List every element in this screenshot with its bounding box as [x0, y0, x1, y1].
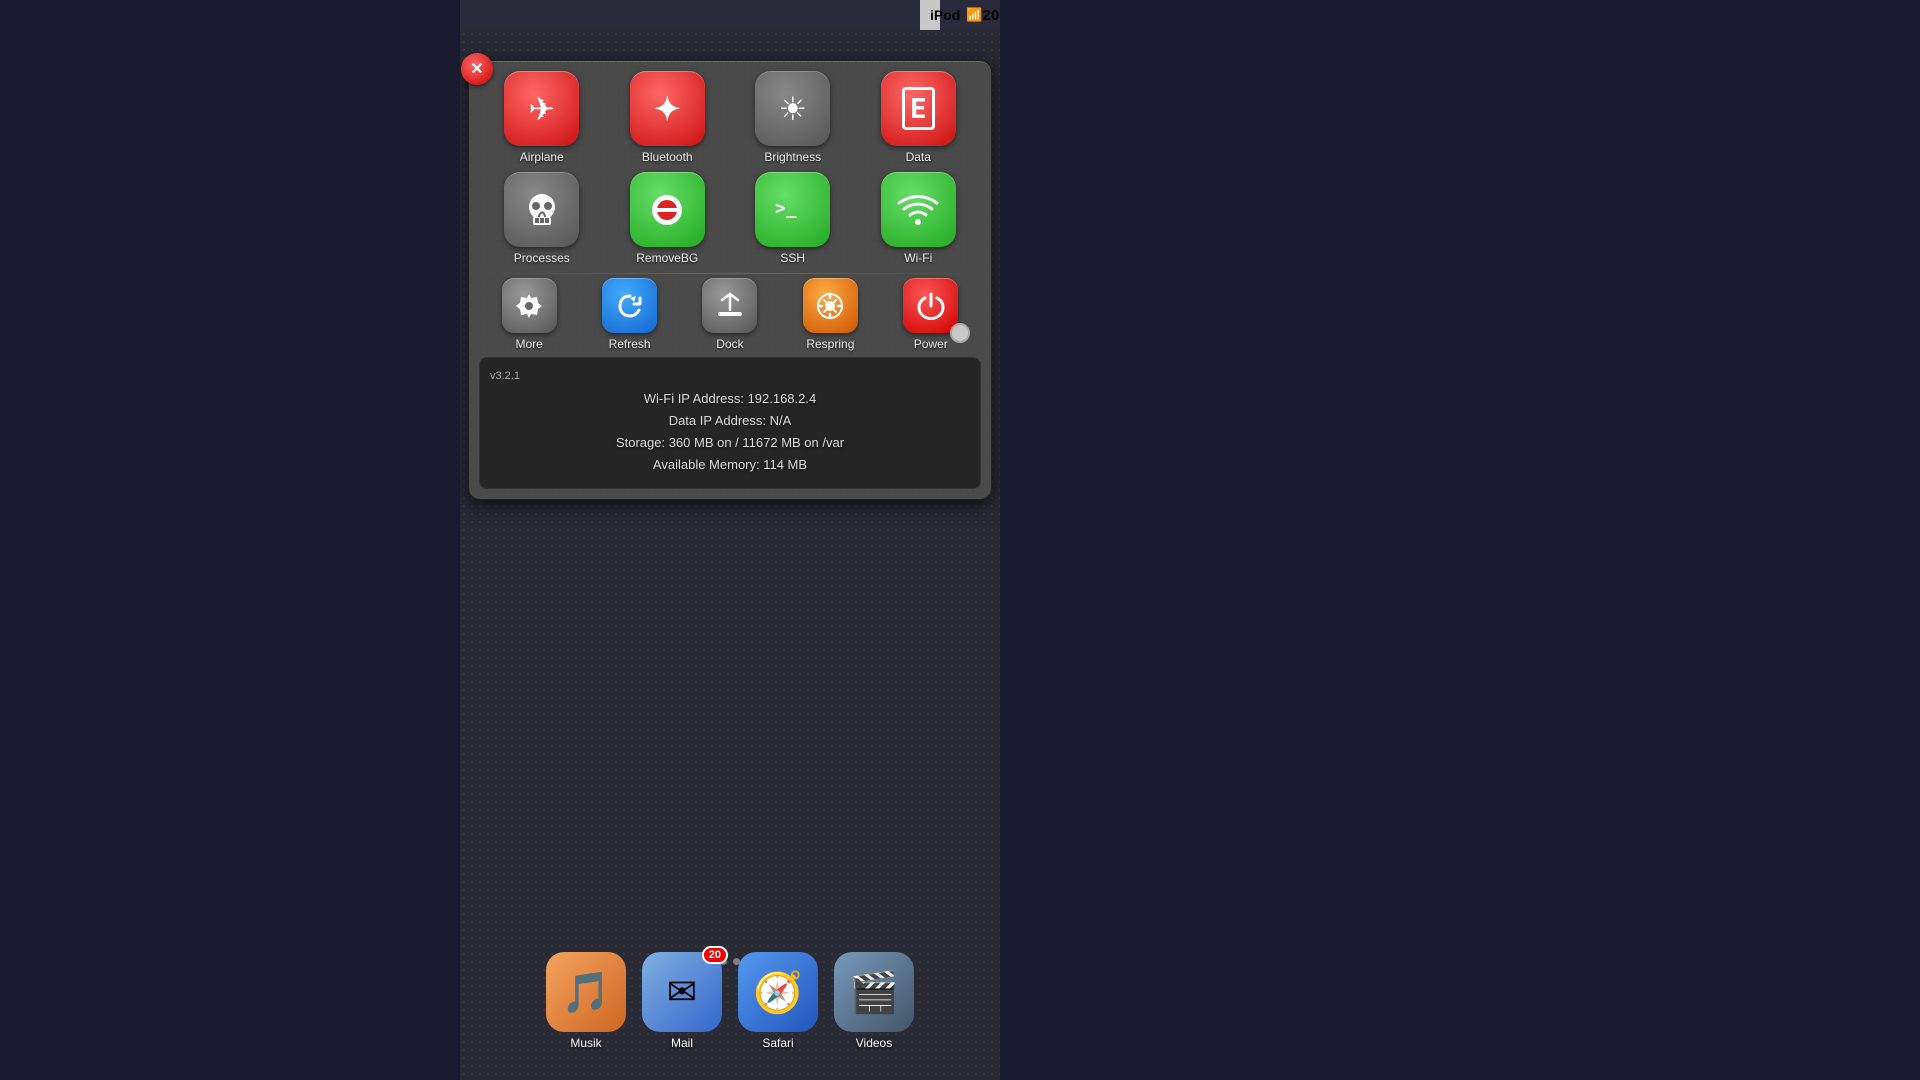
- musik-icon: 🎵: [546, 952, 626, 1032]
- toggle-removebg[interactable]: RemoveBG: [630, 172, 705, 265]
- dock-app-musik[interactable]: 🎵 Musik: [546, 952, 626, 1050]
- action-refresh[interactable]: Refresh: [602, 278, 657, 351]
- mail-badge: 20: [702, 946, 728, 964]
- wifi-icon-bg: [881, 172, 956, 247]
- device-label: iPod: [930, 7, 960, 23]
- app-dock: 🎵 Musik ✉ 20 Mail 🧭 Safari 🎬: [460, 942, 1000, 1060]
- removebg-icon: [647, 190, 687, 230]
- bluetooth-icon: ✦: [654, 90, 681, 128]
- wifi-icon: [896, 188, 940, 232]
- wifi-signal-icon: 📶: [966, 7, 982, 23]
- refresh-icon: [614, 290, 646, 322]
- action-dock[interactable]: Dock: [702, 278, 757, 351]
- action-more[interactable]: More: [502, 278, 557, 351]
- power-icon: [915, 290, 947, 322]
- bluetooth-icon-bg: ✦: [630, 71, 705, 146]
- ssh-icon-bg: >_: [755, 172, 830, 247]
- action-respring[interactable]: Respring: [803, 278, 858, 351]
- data-ip-line: Data IP Address: N/A: [490, 410, 970, 432]
- more-icon-bg: [502, 278, 557, 333]
- respring-icon-bg: [803, 278, 858, 333]
- safari-label: Safari: [762, 1036, 793, 1050]
- info-panel: v3.2.1 Wi-Fi IP Address: 192.168.2.4 Dat…: [479, 357, 981, 489]
- power-icon-bg: [903, 278, 958, 333]
- processes-icon-bg: [504, 172, 579, 247]
- more-label: More: [516, 337, 543, 351]
- data-label: Data: [906, 150, 931, 164]
- wifi-ip-line: Wi-Fi IP Address: 192.168.2.4: [490, 388, 970, 410]
- memory-line: Available Memory: 114 MB: [490, 454, 970, 476]
- musik-label: Musik: [570, 1036, 601, 1050]
- ssh-icon: >_: [771, 188, 815, 232]
- airplane-icon-bg: ✈: [504, 71, 579, 146]
- refresh-icon-bg: [602, 278, 657, 333]
- power-label: Power: [914, 337, 948, 351]
- toggle-data[interactable]: E Data: [881, 71, 956, 164]
- dock-icon-bg: [702, 278, 757, 333]
- toggle-processes[interactable]: Processes: [504, 172, 579, 265]
- brightness-icon: ☀: [778, 90, 807, 128]
- brightness-label: Brightness: [764, 150, 821, 164]
- toggle-row-2: Processes RemoveBG >_: [479, 172, 981, 265]
- toggle-wifi[interactable]: Wi-Fi: [881, 172, 956, 265]
- wifi-label: Wi-Fi: [904, 251, 932, 265]
- data-icon: E: [902, 87, 935, 130]
- processes-label: Processes: [514, 251, 570, 265]
- respring-label: Respring: [806, 337, 854, 351]
- dock-app-safari[interactable]: 🧭 Safari: [738, 952, 818, 1050]
- status-bar: iPod 📶 20:38 ✉ -4° ☁ 100% 🔋: [920, 0, 940, 30]
- dock-app-videos[interactable]: 🎬 Videos: [834, 952, 914, 1050]
- status-time: 20:38: [983, 7, 1000, 24]
- svg-text:>_: >_: [775, 198, 797, 219]
- sbsettings-panel: ✕ ✈ Airplane ✦ Bluetooth: [468, 60, 992, 500]
- airplane-icon: ✈: [528, 90, 555, 128]
- dock-app-mail[interactable]: ✉ 20 Mail: [642, 952, 722, 1050]
- videos-icon: 🎬: [834, 952, 914, 1032]
- divider: [479, 273, 981, 274]
- removebg-label: RemoveBG: [636, 251, 698, 265]
- ios-content-area: ✕ ✈ Airplane ✦ Bluetooth: [460, 30, 1000, 1080]
- mail-icon: ✉ 20: [642, 952, 722, 1032]
- close-button[interactable]: ✕: [461, 53, 493, 85]
- data-icon-bg: E: [881, 71, 956, 146]
- action-row: More Refresh: [479, 278, 981, 351]
- bluetooth-label: Bluetooth: [642, 150, 693, 164]
- dock-icon: [714, 290, 746, 322]
- version-badge: v3.2.1: [490, 370, 970, 382]
- action-power[interactable]: Power: [903, 278, 958, 351]
- removebg-icon-bg: [630, 172, 705, 247]
- close-icon: ✕: [470, 59, 483, 79]
- storage-line: Storage: 360 MB on / 11672 MB on /var: [490, 432, 970, 454]
- toggle-airplane[interactable]: ✈ Airplane: [504, 71, 579, 164]
- ssh-label: SSH: [780, 251, 805, 265]
- toggle-brightness[interactable]: ☀ Brightness: [755, 71, 830, 164]
- respring-icon: [814, 290, 846, 322]
- gear-icon: [513, 290, 545, 322]
- mail-label: Mail: [671, 1036, 693, 1050]
- dock-label: Dock: [716, 337, 743, 351]
- toggle-ssh[interactable]: >_ SSH: [755, 172, 830, 265]
- airplane-label: Airplane: [520, 150, 564, 164]
- status-left: iPod 📶: [930, 7, 983, 23]
- ios-frame: iPod 📶 20:38 ✉ -4° ☁ 100% 🔋 ✕: [460, 0, 1000, 1080]
- toggle-bluetooth[interactable]: ✦ Bluetooth: [630, 71, 705, 164]
- safari-icon: 🧭: [738, 952, 818, 1032]
- brightness-icon-bg: ☀: [755, 71, 830, 146]
- refresh-label: Refresh: [609, 337, 651, 351]
- toggle-row-1: ✈ Airplane ✦ Bluetooth ☀ Brightness: [479, 71, 981, 164]
- skull-icon: [522, 190, 562, 230]
- videos-label: Videos: [856, 1036, 892, 1050]
